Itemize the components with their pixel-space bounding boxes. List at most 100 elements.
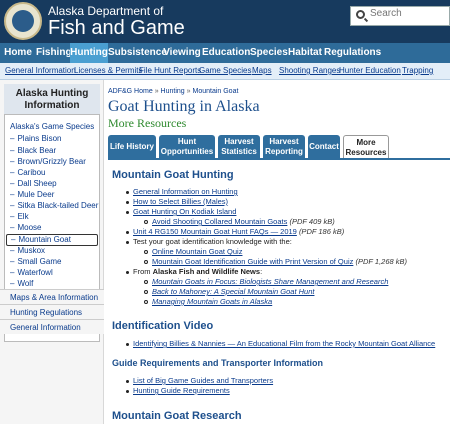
subnav-game-species[interactable]: Game Species [199, 66, 251, 75]
link-news-focus[interactable]: Mountain Goats in Focus: Biologists Shar… [152, 277, 388, 286]
breadcrumb-separator: » [154, 88, 159, 95]
list-item: Goat Hunting On Kodiak Island [126, 207, 236, 216]
link-hunting-guide-requirements[interactable]: Hunting Guide Requirements [133, 386, 230, 395]
link-avoid-collared[interactable]: Avoid Shooting Collared Mountain Goats [152, 217, 287, 226]
tab-hunt-opportunities[interactable]: Hunt Opportunities [159, 135, 215, 159]
sidebar-item-mountain-goat[interactable]: – Mountain Goat [6, 234, 98, 246]
subnav-general-information[interactable]: General Information [5, 66, 76, 75]
link-unit4-faq[interactable]: Unit 4 RG150 Mountain Goat Hunt FAQs — 2… [133, 227, 297, 236]
breadcrumb-mountain-goat[interactable]: Mountain Goat [193, 88, 239, 95]
nav-home[interactable]: Home [0, 43, 36, 63]
adfg-seal-logo[interactable] [4, 2, 42, 40]
sidebar-maps-area-info[interactable]: Maps & Area Information [0, 289, 104, 304]
subnav-shooting-ranges[interactable]: Shooting Ranges [279, 66, 340, 75]
sidebar-item-elk[interactable]: – Elk [10, 212, 29, 221]
link-online-quiz[interactable]: Online Mountain Goat Quiz [152, 247, 242, 256]
tab-contact[interactable]: Contact [308, 135, 340, 159]
page-subtitle: More Resources [108, 116, 187, 130]
list-item: How to Select Billies (Males) [126, 197, 228, 206]
publication-name: Alaska Fish and Wildlife News [152, 267, 261, 276]
nav-regulations[interactable]: Regulations [324, 43, 381, 63]
sidebar-item-brown-grizzly-bear[interactable]: – Brown/Grizzly Bear [10, 157, 86, 166]
heading-guide-requirements: Guide Requirements and Transporter Infor… [112, 358, 324, 368]
list-item: Identifying Billies & Nannies — An Educa… [126, 339, 435, 348]
sidebar-item-black-bear[interactable]: – Black Bear [10, 146, 56, 155]
tab-life-history[interactable]: Life History [108, 135, 156, 159]
sidebar-heading: Alaska Hunting Information [4, 84, 100, 115]
pdf-size-note: (PDF 409 kB) [289, 217, 335, 226]
tab-more-resources[interactable]: More Resources [343, 135, 389, 159]
list-item: Test your goat identification knowledge … [126, 237, 292, 246]
subnav-licenses-permits[interactable]: Licenses & Permits [74, 66, 142, 75]
nav-subsistence[interactable]: Subsistence [108, 43, 167, 63]
seal-emblem [12, 10, 34, 32]
list-item: Mountain Goat Identification Guide with … [144, 257, 407, 266]
search-icon[interactable] [356, 10, 365, 19]
list-item: Managing Mountain Goats in Alaska [144, 297, 272, 306]
nav-education[interactable]: Education [202, 43, 250, 63]
sidebar-section-game-species[interactable]: Alaska's Game Species [10, 122, 94, 131]
breadcrumb-separator: » [186, 88, 191, 95]
sidebar-item-muskox[interactable]: – Muskox [10, 246, 45, 255]
link-identification-film[interactable]: Identifying Billies & Nannies — An Educa… [133, 339, 435, 348]
sidebar-item-caribou[interactable]: – Caribou [10, 168, 45, 177]
nav-viewing[interactable]: Viewing [162, 43, 202, 63]
tab-underline [108, 158, 450, 160]
sidebar-item-dall-sheep[interactable]: – Dall Sheep [10, 179, 57, 188]
breadcrumb-home[interactable]: ADF&G Home [108, 88, 153, 95]
quiz-intro-text: Test your goat identification knowledge … [133, 237, 292, 246]
from-colon: : [260, 267, 263, 276]
list-item: Hunting Guide Requirements [126, 386, 230, 395]
tab-harvest-statistics[interactable]: Harvest Statistics [218, 135, 260, 159]
list-item: Unit 4 RG150 Mountain Goat Hunt FAQs — 2… [126, 227, 344, 236]
site-header: Alaska Department of Fish and Game [0, 0, 450, 43]
link-identification-guide[interactable]: Mountain Goat Identification Guide with … [152, 257, 353, 266]
list-item: List of Big Game Guides and Transporters [126, 376, 273, 385]
sidebar: Alaska Hunting Information Alaska's Game… [0, 80, 104, 424]
link-news-mahoney[interactable]: Back to Mahoney: A Special Mountain Goat… [152, 287, 314, 296]
page-title: Goat Hunting in Alaska [108, 98, 260, 115]
sidebar-item-small-game[interactable]: – Small Game [10, 257, 61, 266]
sidebar-general-information[interactable]: General Information [0, 319, 104, 334]
link-big-game-guides[interactable]: List of Big Game Guides and Transporters [133, 376, 273, 385]
breadcrumb: ADF&G Home » Hunting » Mountain Goat [108, 88, 238, 95]
sidebar-item-waterfowl[interactable]: – Waterfowl [10, 268, 53, 277]
tab-harvest-reporting[interactable]: Harvest Reporting [263, 135, 305, 159]
nav-hunting[interactable]: Hunting [70, 43, 108, 63]
sidebar-item-sitka-deer[interactable]: – Sitka Black-tailed Deer [10, 201, 98, 210]
main-navigation: Home Fishing Hunting Subsistence Viewing… [0, 43, 450, 63]
sidebar-hunting-regulations[interactable]: Hunting Regulations [0, 304, 104, 319]
subnav-hunter-education[interactable]: Hunter Education [339, 66, 401, 75]
link-select-billies[interactable]: How to Select Billies (Males) [133, 197, 228, 206]
list-item: Avoid Shooting Collared Mountain Goats (… [144, 217, 335, 226]
heading-identification-video: Identification Video [112, 320, 214, 332]
breadcrumb-hunting[interactable]: Hunting [161, 88, 185, 95]
sidebar-item-plains-bison[interactable]: – Plains Bison [10, 134, 61, 143]
subnav-trapping[interactable]: Trapping [402, 66, 433, 75]
nav-fishing[interactable]: Fishing [36, 43, 72, 63]
heading-mountain-goat-research: Mountain Goat Research [112, 410, 242, 422]
link-news-managing[interactable]: Managing Mountain Goats in Alaska [152, 297, 272, 306]
list-item: From Alaska Fish and Wildlife News: [126, 267, 262, 276]
heading-mountain-goat-hunting: Mountain Goat Hunting [112, 169, 234, 181]
pdf-size-note: (PDF 1,268 kB) [355, 257, 408, 266]
search-input[interactable] [370, 8, 448, 19]
list-item: Mountain Goats in Focus: Biologists Shar… [144, 277, 388, 286]
nav-species[interactable]: Species [250, 43, 288, 63]
from-text: From [133, 267, 153, 276]
brand-line-2[interactable]: Fish and Game [48, 17, 185, 39]
sidebar-item-wolf[interactable]: – Wolf [10, 279, 33, 288]
list-item: Back to Mahoney: A Special Mountain Goat… [144, 287, 314, 296]
nav-habitat[interactable]: Habitat [286, 43, 324, 63]
link-kodiak[interactable]: Goat Hunting On Kodiak Island [133, 207, 236, 216]
list-item: General Information on Hunting [126, 187, 238, 196]
subnav-maps[interactable]: Maps [252, 66, 272, 75]
sub-navigation: General Information Licenses & Permits F… [0, 63, 450, 80]
link-general-information[interactable]: General Information on Hunting [133, 187, 238, 196]
sidebar-item-moose[interactable]: – Moose [10, 223, 41, 232]
sidebar-item-mule-deer[interactable]: – Mule Deer [10, 190, 54, 199]
pdf-size-note: (PDF 186 kB) [298, 227, 345, 236]
subnav-file-hunt-reports[interactable]: File Hunt Reports [139, 66, 201, 75]
main-content: ADF&G Home » Hunting » Mountain Goat Goa… [104, 80, 450, 424]
list-item: Online Mountain Goat Quiz [144, 247, 242, 256]
